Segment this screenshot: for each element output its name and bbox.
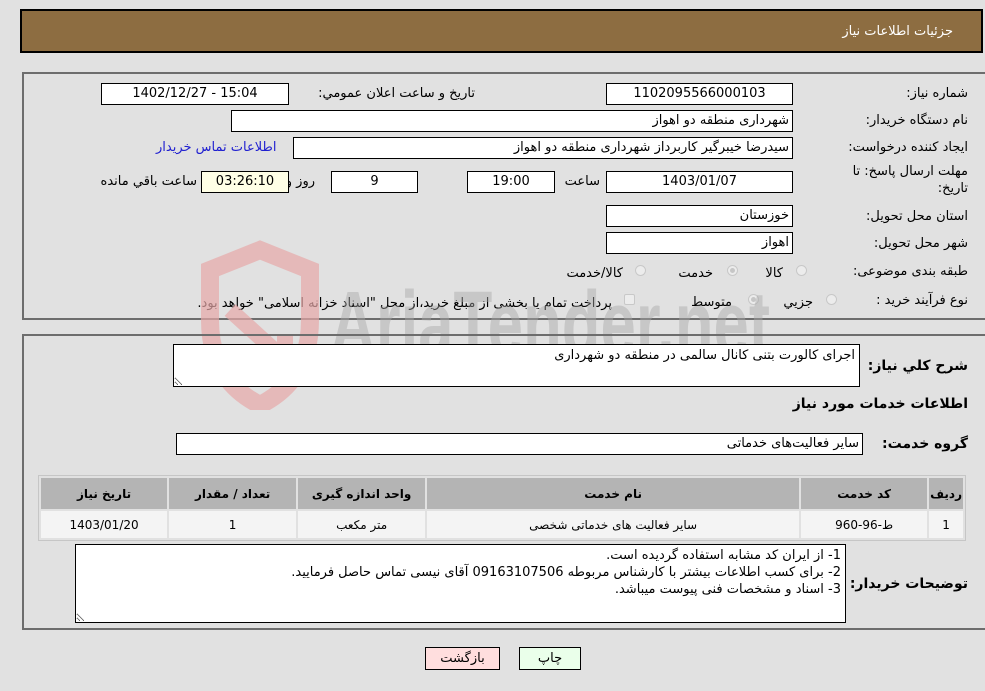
process-radio-minor[interactable] [826,294,837,305]
city-field: اهواز [606,232,793,254]
announce-datetime-field: 1402/12/27 - 15:04 [101,83,289,105]
remaining-time-field: 03:26:10 [201,171,289,193]
col-header-need-date: تاریخ نیاز [41,478,168,509]
table-header-row: ردیف کد خدمت نام خدمت واحد اندازه گیری ت… [41,478,963,509]
buyer-org-field: شهرداری منطقه دو اهواز [231,110,793,132]
province-field: خوزستان [606,205,793,227]
cell-row-number: 1 [929,511,963,538]
requester-label: ایجاد کننده درخواست: [848,140,968,155]
process-option-minor: جزيي [783,295,813,310]
category-radio-goods[interactable] [796,265,807,276]
back-button[interactable]: بازگشت [425,647,500,670]
summary-label: شرح کلي نیاز: [867,358,968,374]
cell-service-code: ط-96-960 [801,511,928,538]
treasury-payment-note: پرداخت تمام یا بخشی از مبلغ خرید،از محل … [197,296,612,311]
col-header-service-name: نام خدمت [427,478,800,509]
services-heading: اطلاعات خدمات مورد نیاز [792,396,968,412]
table-row: 1 ط-96-960 سایر فعالیت های خدماتی شخصی م… [41,511,963,538]
deadline-label-line2: تاریخ: [937,181,968,196]
category-radio-service[interactable] [727,265,738,276]
announce-label: تاریخ و ساعت اعلان عمومي: [318,86,475,101]
service-group-field: سایر فعالیت‌های خدماتی [176,433,863,455]
service-group-label: گروه خدمت: [882,436,968,452]
need-number-label: شماره نیاز: [906,86,968,101]
process-label: نوع فرآیند خرید : [876,293,968,308]
page-title: جزئیات اطلاعات نیاز [842,24,953,39]
category-label: طبقه بندی موضوعی: [852,264,968,279]
process-option-medium: متوسط [691,295,732,310]
requester-field: سیدرضا خیبرگیر کاربرداز شهرداری منطقه دو… [293,137,793,159]
deadline-time-field: 19:00 [467,171,555,193]
category-radio-goods-service[interactable] [635,265,646,276]
buyer-org-label: نام دستگاه خریدار: [865,113,968,128]
print-button[interactable]: چاپ [519,647,581,670]
province-label: استان محل تحویل: [866,209,968,224]
buyer-notes-label: توضیحات خریدار: [849,576,968,592]
days-label: روز و [285,174,315,189]
buyer-notes-textarea[interactable]: 1- از ایران کد مشابه استفاده گردیده است.… [75,544,846,623]
days-field: 9 [331,171,418,193]
deadline-label-line1: مهلت ارسال پاسخ: تا [852,164,968,179]
category-option-service: خدمت [678,266,713,281]
col-header-row-number: ردیف [929,478,963,509]
need-number-field: 1102095566000103 [606,83,793,105]
category-option-goods-service: کالا/خدمت [566,266,623,281]
category-option-goods: کالا [765,266,783,281]
cell-service-name: سایر فعالیت های خدماتی شخصی [427,511,800,538]
city-label: شهر محل تحویل: [873,236,968,251]
time-label: ساعت [564,174,600,189]
col-header-unit: واحد اندازه گیری [298,478,426,509]
remaining-label: ساعت باقي مانده [100,174,197,189]
cell-unit: متر مکعب [298,511,426,538]
buyer-contact-link[interactable]: اطلاعات تماس خریدار [156,140,276,155]
services-table: ردیف کد خدمت نام خدمت واحد اندازه گیری ت… [38,475,966,541]
page-header: جزئیات اطلاعات نیاز [20,9,983,53]
cell-need-date: 1403/01/20 [41,511,168,538]
col-header-quantity: تعداد / مقدار [169,478,297,509]
col-header-service-code: کد خدمت [801,478,928,509]
treasury-payment-checkbox[interactable] [624,294,635,305]
cell-quantity: 1 [169,511,297,538]
deadline-date-field: 1403/01/07 [606,171,793,193]
summary-textarea[interactable]: اجرای کالورت بتنی کانال سالمی در منطقه د… [173,344,860,387]
process-radio-medium[interactable] [748,294,759,305]
